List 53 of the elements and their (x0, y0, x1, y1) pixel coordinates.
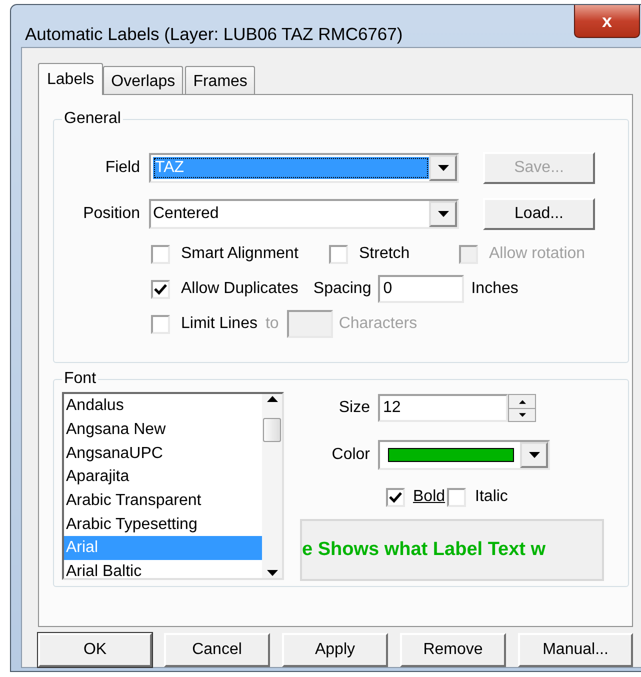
scroll-up-icon (266, 396, 278, 402)
tab[interactable]: Frames (185, 66, 256, 94)
font-list[interactable]: Andalus Angsana New AngsanaUPC Aparajita Arabic Transparent Arabic Typesetting Arial Arial Baltic (62, 392, 284, 580)
field-label: Spacing (313, 279, 372, 300)
size-field[interactable]: 12 (378, 394, 508, 422)
button[interactable]: Cancel (164, 633, 270, 668)
dropdown-arrow-icon (528, 452, 540, 458)
checkbox-label: Allow Duplicates (181, 279, 298, 300)
field-label: to (265, 314, 279, 334)
list-item[interactable]: Arabic Typesetting (64, 512, 262, 536)
checkbox-label: Bold (413, 487, 446, 508)
checkbox[interactable] (151, 280, 170, 299)
dropdown-arrow-icon (438, 165, 448, 172)
button[interactable]: Manual... (518, 633, 633, 668)
checkbox[interactable] (386, 488, 405, 507)
tab[interactable]: Overlaps (103, 66, 184, 94)
button[interactable]: OK (38, 633, 152, 668)
list-item[interactable]: Andalus (64, 394, 262, 418)
checkbox[interactable] (447, 488, 466, 507)
button[interactable]: Load... (483, 198, 595, 230)
field-label: Position (82, 204, 140, 224)
field-label: Size (338, 398, 370, 418)
checkbox[interactable] (329, 244, 348, 264)
scroll-down-icon (266, 570, 278, 576)
checkbox-label: Smart Alignment (181, 244, 298, 264)
dropdown[interactable]: Centered (149, 199, 459, 230)
window-title: Automatic Labels (Layer: LUB06 TAZ RMC6767) (25, 23, 403, 46)
button[interactable]: Apply (282, 633, 388, 668)
list-item[interactable]: Arial Baltic (64, 560, 262, 578)
checkbox[interactable] (151, 244, 170, 264)
unit-label: Characters (338, 314, 418, 334)
dropdown-arrow-icon (438, 211, 448, 218)
field-label: Color (330, 445, 370, 466)
spacing-field[interactable]: 0 (378, 275, 464, 304)
scroll-thumb[interactable] (263, 418, 281, 442)
unit-label: Inches (471, 279, 518, 300)
list-item[interactable]: Angsana New (64, 418, 262, 442)
checkbox-label: Italic (475, 487, 508, 508)
field-label: Field (104, 158, 140, 178)
checkbox-label: Allow rotation (489, 244, 586, 264)
checkbox-label: Stretch (359, 244, 410, 264)
list-item[interactable]: AngsanaUPC (64, 442, 262, 466)
checkbox-label: Limit Lines (181, 314, 258, 334)
preview-text: e Shows what Label Text w (302, 538, 546, 562)
list-item[interactable]: Aparajita (64, 465, 262, 489)
close-button[interactable]: x (574, 5, 640, 38)
spin-down-icon (518, 413, 526, 417)
spin-up-icon (518, 400, 526, 404)
spin-buttons[interactable] (508, 394, 536, 422)
tab[interactable]: Labels (38, 63, 104, 96)
button[interactable]: Remove (400, 633, 506, 668)
color-dropdown[interactable] (378, 440, 550, 470)
list-item[interactable]: Arabic Transparent (64, 489, 262, 513)
